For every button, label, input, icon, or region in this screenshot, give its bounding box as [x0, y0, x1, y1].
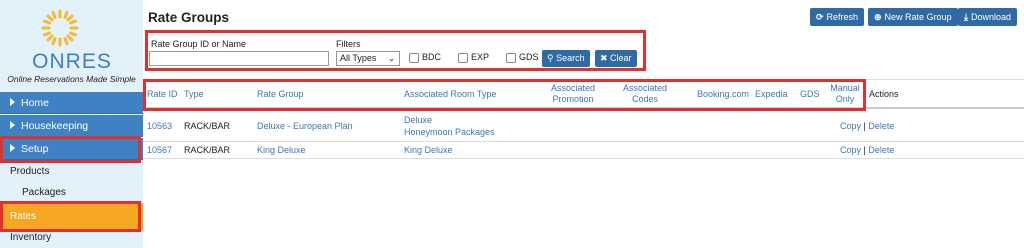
- table-row: 10563 RACK/BAR Deluxe - European Plan De…: [143, 111, 1024, 142]
- caret-right-icon: [10, 121, 15, 129]
- search-button-label: Search: [556, 53, 585, 63]
- clear-button-label: Clear: [610, 53, 632, 63]
- sun-logo-icon: [41, 9, 79, 47]
- table-row: 10567 RACK/BAR King Deluxe King Deluxe C…: [143, 142, 1024, 159]
- rate-type: RACK/BAR: [184, 145, 231, 155]
- sidebar-item-label: Products: [10, 166, 50, 177]
- caret-right-icon: [10, 144, 15, 152]
- col-rate-id[interactable]: Rate ID: [147, 89, 178, 100]
- room-type-link[interactable]: King Deluxe: [404, 144, 453, 156]
- sidebar-item-rates[interactable]: Rates: [0, 203, 143, 230]
- col-promotion-line2: Promotion: [552, 94, 594, 104]
- col-expedia[interactable]: Expedia: [755, 89, 788, 100]
- refresh-label: Refresh: [826, 12, 859, 22]
- type-filter-value: All Types: [340, 53, 377, 63]
- col-codes-line2: Codes: [631, 94, 658, 104]
- sidebar-item-label: Packages: [22, 187, 66, 198]
- new-rate-group-button[interactable]: ⊕ New Rate Group: [868, 8, 958, 26]
- gds-checkbox[interactable]: [506, 53, 516, 63]
- logo-area: ONRES Online Reservations Made Simple: [0, 0, 143, 90]
- col-promotion[interactable]: Associated Promotion: [543, 83, 603, 105]
- download-label: Download: [970, 12, 1012, 22]
- filters-label: Filters: [336, 39, 361, 49]
- col-codes-line1: Associated: [622, 83, 668, 93]
- row-actions: Copy | Delete: [840, 120, 894, 132]
- row-actions: Copy | Delete: [840, 144, 894, 156]
- brand-logo-text: ONRES: [32, 50, 112, 73]
- new-rate-group-label: New Rate Group: [884, 12, 952, 22]
- type-filter-select[interactable]: All Types ⌄: [336, 51, 400, 66]
- action-separator: |: [863, 121, 866, 131]
- col-manual-only[interactable]: Manual Only: [826, 83, 864, 105]
- rate-group-search-input[interactable]: [149, 51, 329, 66]
- sidebar-item-setup[interactable]: Setup: [0, 138, 143, 160]
- gds-label: GDS: [519, 52, 539, 62]
- copy-link[interactable]: Copy: [840, 121, 861, 131]
- sidebar-item-label: Home: [21, 97, 50, 109]
- col-room-type[interactable]: Associated Room Type: [404, 89, 496, 100]
- col-promotion-line1: Associated: [550, 83, 596, 93]
- col-codes[interactable]: Associated Codes: [615, 83, 675, 105]
- rate-type: RACK/BAR: [184, 121, 231, 131]
- copy-link[interactable]: Copy: [840, 145, 861, 155]
- exp-label: EXP: [471, 52, 490, 62]
- search-icon: ⚲: [547, 53, 557, 63]
- rate-group-link[interactable]: King Deluxe: [257, 144, 306, 156]
- col-manual-line2: Only: [835, 94, 855, 104]
- sidebar-item-label: Inventory: [10, 232, 52, 243]
- room-type-link[interactable]: Deluxe: [404, 114, 432, 126]
- plus-circle-icon: ⊕: [874, 12, 882, 22]
- sidebar-item-packages[interactable]: Packages: [0, 182, 143, 204]
- sidebar-item-label: Rates: [10, 211, 37, 222]
- sidebar-item-housekeeping[interactable]: Housekeeping: [0, 115, 143, 137]
- chevron-down-icon: ⌄: [388, 54, 395, 63]
- rate-group-link[interactable]: Deluxe - European Plan: [257, 120, 353, 132]
- main-content: Rate Groups ⟳ Refresh ⊕ New Rate Group ⤓ Do…: [143, 0, 1024, 248]
- col-booking[interactable]: Booking.com: [697, 89, 749, 100]
- search-label: Rate Group ID or Name: [151, 39, 247, 49]
- caret-right-icon: [10, 98, 15, 106]
- sidebar-item-label: Housekeeping: [21, 120, 89, 132]
- clear-button[interactable]: ✖ Clear: [595, 50, 637, 67]
- bdc-checkbox[interactable]: [409, 53, 419, 63]
- refresh-icon: ⟳: [816, 12, 824, 22]
- col-type[interactable]: Type: [184, 89, 204, 100]
- page-title: Rate Groups: [148, 10, 230, 25]
- delete-link[interactable]: Delete: [868, 145, 894, 155]
- col-manual-line1: Manual: [830, 83, 860, 93]
- col-actions: Actions: [869, 89, 899, 99]
- bdc-label: BDC: [422, 52, 442, 62]
- sidebar-item-inventory[interactable]: Inventory: [0, 227, 143, 248]
- rate-id-link[interactable]: 10567: [147, 144, 172, 156]
- action-separator: |: [863, 145, 866, 155]
- sidebar: ONRES Online Reservations Made Simple Ho…: [0, 0, 143, 248]
- refresh-button[interactable]: ⟳ Refresh: [810, 8, 865, 26]
- sidebar-item-label: Setup: [21, 143, 49, 155]
- download-button[interactable]: ⤓ Download: [958, 8, 1018, 26]
- col-gds[interactable]: GDS: [800, 89, 820, 100]
- col-rate-group[interactable]: Rate Group: [257, 89, 304, 100]
- exp-checkbox[interactable]: [458, 53, 468, 63]
- search-button[interactable]: ⚲ Search: [542, 50, 590, 67]
- delete-link[interactable]: Delete: [868, 121, 894, 131]
- sidebar-item-home[interactable]: Home: [0, 92, 143, 114]
- close-icon: ✖: [600, 53, 611, 63]
- download-icon: ⤓: [964, 12, 968, 22]
- brand-tagline: Online Reservations Made Simple: [7, 74, 136, 84]
- table-header: Rate ID Type Rate Group Associated Room …: [143, 79, 1024, 109]
- rate-id-link[interactable]: 10563: [147, 120, 172, 132]
- sidebar-item-products[interactable]: Products: [0, 161, 143, 183]
- room-type-link[interactable]: Honeymoon Packages: [404, 126, 495, 138]
